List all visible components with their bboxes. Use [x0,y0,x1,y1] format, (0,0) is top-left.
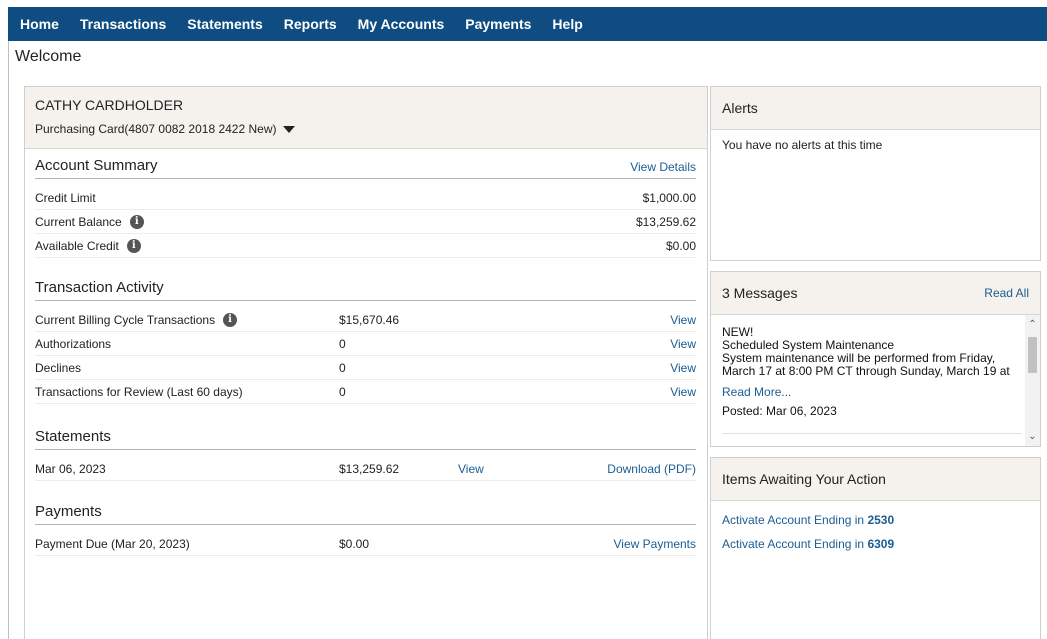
statement-row: Mar 06, 2023 $13,259.62 View Download (P… [35,457,696,481]
read-more-link[interactable]: Read More... [722,386,1022,399]
account-ending-number: 6309 [867,537,895,551]
action-items-list: Activate Account Ending in 2530 Activate… [711,501,1040,569]
activity-row: Authorizations 0 View [35,332,696,356]
messages-scrollbar[interactable]: ⌃ ⌄ [1025,315,1040,446]
alerts-header: Alerts [711,87,1040,130]
alerts-title: Alerts [722,100,758,116]
page-title: Welcome [15,48,82,65]
activity-row: Current Billing Cycle Transactions i $15,… [35,308,696,332]
view-details-link[interactable]: View Details [630,160,696,174]
nav-home[interactable]: Home [20,16,59,32]
summary-row-credit-limit: Credit Limit $1,000.00 [35,186,696,210]
summary-row-current-balance: Current Balance i $13,259.62 [35,210,696,234]
summary-value: $13,259.62 [635,214,696,229]
activity-value: 0 [339,360,346,375]
chevron-down-icon[interactable]: ⌄ [1025,429,1040,444]
message-item: NEW! Scheduled System Maintenance System… [722,326,1022,418]
summary-label: Credit Limit [35,190,96,205]
section-title: Account Summary View Details [35,157,696,179]
messages-header: 3 Messages Read All [711,272,1040,315]
nav-my-accounts[interactable]: My Accounts [358,16,445,32]
payment-row: Payment Due (Mar 20, 2023) $0.00 View Pa… [35,532,696,556]
nav-help[interactable]: Help [552,16,582,32]
main-nav: Home Transactions Statements Reports My … [8,7,1047,41]
statement-view-link[interactable]: View [458,462,484,476]
statements-title: Statements [35,428,111,445]
statement-amount: $13,259.62 [339,461,400,476]
activity-value: 0 [339,384,346,399]
account-ending-number: 2530 [867,513,895,527]
alerts-panel: Alerts You have no alerts at this time [710,86,1041,261]
payments-section: Payments Payment Due (Mar 20, 2023) $0.0… [35,503,696,556]
scrollbar-thumb[interactable] [1028,337,1037,373]
account-panel: CATHY CARDHOLDER Purchasing Card(4807 00… [24,86,708,639]
message-posted-date: Posted: Mar 06, 2023 [722,404,837,418]
alerts-empty-text: You have no alerts at this time [722,138,883,152]
action-items-title: Items Awaiting Your Action [722,471,886,487]
statement-date: Mar 06, 2023 [35,461,106,476]
cardholder-name: CATHY CARDHOLDER [35,97,184,113]
chevron-up-icon[interactable]: ⌃ [1025,317,1040,332]
nav-statements[interactable]: Statements [187,16,262,32]
activity-label: Authorizations [35,336,112,351]
page-border [8,41,9,639]
action-items-panel: Items Awaiting Your Action Activate Acco… [710,457,1041,639]
payment-label: Payment Due (Mar 20, 2023) [35,536,190,551]
messages-panel: 3 Messages Read All NEW! Scheduled Syste… [710,271,1041,447]
activity-view-link[interactable]: View [670,313,696,327]
nav-transactions[interactable]: Transactions [80,16,166,32]
transaction-activity-title: Transaction Activity [35,279,164,296]
account-summary-section: Account Summary View Details Credit Limi… [35,157,696,258]
activity-label: Declines [35,360,82,375]
activity-label: Transactions for Review (Last 60 days) [35,384,243,399]
activate-account-link[interactable]: Activate Account Ending in 6309 [722,537,1029,551]
activity-row: Transactions for Review (Last 60 days) 0… [35,380,696,404]
summary-label: Current Balance [35,214,122,229]
statements-section: Statements Mar 06, 2023 $13,259.62 View … [35,428,696,481]
caret-down-icon[interactable] [282,126,295,133]
summary-row-available-credit: Available Credit i $0.00 [35,234,696,258]
nav-payments[interactable]: Payments [465,16,531,32]
payment-value: $0.00 [339,536,370,551]
messages-title: 3 Messages [722,285,798,301]
info-icon[interactable]: i [126,238,141,253]
account-summary-title: Account Summary [35,157,158,174]
card-selector-label: Purchasing Card(4807 0082 2018 2422 New) [35,122,277,136]
action-items-header: Items Awaiting Your Action [711,458,1040,501]
activate-account-text: Activate Account Ending in [722,513,868,527]
activate-account-link[interactable]: Activate Account Ending in 2530 [722,513,1029,527]
account-header: CATHY CARDHOLDER Purchasing Card(4807 00… [25,87,707,149]
section-title: Transaction Activity [35,279,696,301]
section-title: Statements [35,428,696,450]
card-selector[interactable]: Purchasing Card(4807 0082 2018 2422 New) [35,122,697,136]
message-body-line: March 17 at 8:00 PM CT through Sunday, M… [722,364,1010,378]
activity-view-link[interactable]: View [670,385,696,399]
message-divider [722,433,1022,434]
transaction-activity-section: Transaction Activity Current Billing Cyc… [35,279,696,404]
activity-value: 0 [339,336,346,351]
read-all-link[interactable]: Read All [984,286,1029,300]
activity-value: $15,670.46 [339,312,400,327]
info-icon[interactable]: i [129,214,144,229]
nav-reports[interactable]: Reports [284,16,337,32]
activity-view-link[interactable]: View [670,361,696,375]
info-icon[interactable]: i [223,312,238,327]
activity-view-link[interactable]: View [670,337,696,351]
payments-title: Payments [35,503,102,520]
activity-label: Current Billing Cycle Transactions [35,312,216,327]
summary-value: $1,000.00 [642,190,696,205]
view-payments-link[interactable]: View Payments [614,537,696,551]
summary-label: Available Credit [35,238,119,253]
messages-list[interactable]: NEW! Scheduled System Maintenance System… [711,315,1040,446]
statement-download-link[interactable]: Download (PDF) [607,462,696,476]
activate-account-text: Activate Account Ending in [722,537,868,551]
summary-value: $0.00 [665,238,696,253]
activity-row: Declines 0 View [35,356,696,380]
section-title: Payments [35,503,696,525]
